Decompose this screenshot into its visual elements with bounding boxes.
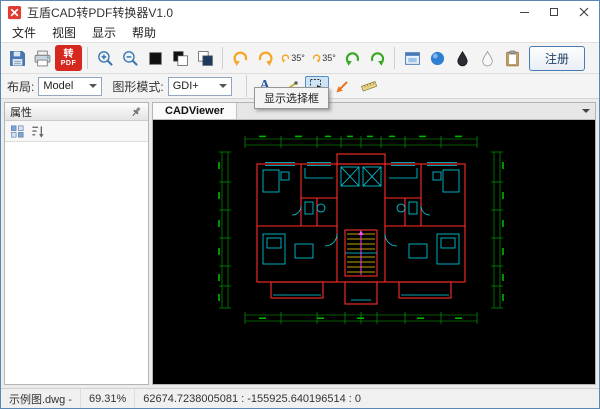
- sort-az-icon: [32, 125, 44, 138]
- ruler-icon: [360, 81, 377, 92]
- green-circular-arrow-ccw-icon: [345, 51, 359, 66]
- status-filename: 示例图.dwg -: [1, 389, 81, 408]
- tab-cadviewer[interactable]: CADViewer: [153, 103, 238, 119]
- tooltip: 显示选择框: [254, 87, 329, 109]
- dark-fill-button[interactable]: [450, 45, 474, 71]
- rotate-35-ccw-button[interactable]: 35°: [278, 45, 308, 71]
- title-bar: 互盾CAD转PDF转换器V1.0: [1, 1, 599, 23]
- categorize-button[interactable]: [8, 123, 27, 140]
- save-icon: [9, 50, 25, 66]
- swap-white-blue-button[interactable]: [193, 45, 217, 71]
- content-area: 属性 CADViewer: [1, 99, 599, 388]
- zoom-in-icon: [97, 50, 113, 66]
- properties-panel: 属性: [4, 102, 149, 385]
- tab-list-dropdown-button[interactable]: [577, 103, 595, 119]
- orange-arrow-ccw-icon: [232, 51, 247, 66]
- chevron-down-icon: [89, 84, 98, 92]
- rotate-35-cw-button[interactable]: 35°: [309, 45, 339, 71]
- copy-to-clipboard-button[interactable]: [500, 45, 524, 71]
- window-controls: [509, 1, 599, 23]
- pin-icon[interactable]: [129, 105, 143, 119]
- properties-panel-header: 属性: [5, 103, 148, 121]
- chevron-down-icon: [582, 109, 590, 117]
- toolbar-separator: [87, 47, 88, 69]
- status-coordinates: 62674.7238005081 : -155925.640196514 : 0: [143, 392, 362, 405]
- save-button[interactable]: [5, 45, 29, 71]
- close-button[interactable]: [569, 1, 599, 23]
- maximize-icon: [550, 8, 558, 16]
- dark-drop-icon: [456, 50, 468, 66]
- viewer-pane: CADViewer: [152, 102, 596, 385]
- print-icon: [34, 50, 50, 66]
- main-toolbar: 转 PDF 35° 35° 注册: [1, 43, 599, 74]
- menu-view[interactable]: 视图: [44, 22, 84, 43]
- black-background-button[interactable]: [143, 45, 167, 71]
- minimize-icon: [519, 11, 529, 13]
- menu-bar: 文件 视图 显示 帮助: [1, 23, 599, 43]
- zoom-out-button[interactable]: [118, 45, 142, 71]
- layout-select[interactable]: Model: [38, 76, 103, 96]
- print-button[interactable]: [30, 45, 54, 71]
- viewer-tab-bar: CADViewer: [153, 103, 595, 120]
- properties-toolbar: [5, 121, 148, 142]
- small-arrow-ccw-icon: [281, 53, 290, 63]
- window-title: 互盾CAD转PDF转换器V1.0: [27, 5, 174, 20]
- orange-arrow-cw-icon: [258, 51, 273, 66]
- zoom-out-icon: [122, 50, 138, 66]
- clipboard-icon: [505, 50, 519, 66]
- fit-window-button[interactable]: [400, 45, 424, 71]
- menu-file[interactable]: 文件: [4, 22, 44, 43]
- menu-help[interactable]: 帮助: [124, 22, 164, 43]
- app-window: 互盾CAD转PDF转换器V1.0 文件 视图 显示 帮助 转 PDF 35° 3…: [0, 0, 600, 409]
- graphics-mode-select[interactable]: GDI+: [167, 76, 232, 96]
- measure-arrow-button[interactable]: [331, 76, 355, 97]
- properties-list[interactable]: [5, 142, 148, 384]
- light-drop-icon: [481, 50, 493, 66]
- toolbar-separator: [245, 75, 247, 97]
- window-panel-icon: [404, 51, 420, 65]
- minimize-button[interactable]: [509, 1, 539, 23]
- floor-plan-drawing: [218, 135, 504, 324]
- rotate-left-button[interactable]: [228, 45, 252, 71]
- status-bar: 示例图.dwg - 69.31% 62674.7238005081 : -155…: [1, 388, 599, 408]
- toolbar-separator: [394, 47, 395, 69]
- small-arrow-cw-icon: [313, 53, 321, 63]
- register-button[interactable]: 注册: [528, 45, 585, 71]
- sort-alphabetical-button[interactable]: [29, 123, 48, 140]
- app-logo-icon: [7, 5, 22, 19]
- rotate-right-button[interactable]: [253, 45, 277, 71]
- close-icon: [579, 7, 589, 17]
- black-white-squares-icon: [172, 50, 188, 66]
- green-circular-arrow-cw-icon: [370, 51, 384, 66]
- blue-sphere-icon: [430, 51, 444, 65]
- layout-select-value: Model: [43, 80, 74, 92]
- swap-black-white-button[interactable]: [168, 45, 192, 71]
- ruler-tool-button[interactable]: [357, 76, 381, 97]
- categorized-view-icon: [11, 125, 24, 137]
- graphics-mode-label: 图形模式:: [112, 79, 164, 94]
- menu-display[interactable]: 显示: [84, 22, 124, 43]
- white-blue-squares-icon: [197, 50, 213, 66]
- properties-panel-title: 属性: [10, 106, 32, 119]
- refresh-cw-button[interactable]: [365, 45, 389, 71]
- status-zoom-level: 69.31%: [81, 389, 136, 408]
- toolbar-separator: [222, 47, 223, 69]
- cad-viewport[interactable]: [153, 120, 595, 384]
- convert-to-pdf-button[interactable]: 转 PDF: [55, 45, 82, 71]
- orange-diagonal-arrow-icon: [336, 81, 348, 93]
- render-quality-button[interactable]: [425, 45, 449, 71]
- black-square-icon: [148, 51, 162, 65]
- layout-label: 布局:: [7, 79, 35, 94]
- graphics-mode-select-value: GDI+: [172, 80, 199, 92]
- refresh-ccw-button[interactable]: [340, 45, 364, 71]
- zoom-in-button[interactable]: [93, 45, 117, 71]
- maximize-button[interactable]: [539, 1, 569, 23]
- light-fill-button[interactable]: [475, 45, 499, 71]
- chevron-down-icon: [218, 84, 227, 92]
